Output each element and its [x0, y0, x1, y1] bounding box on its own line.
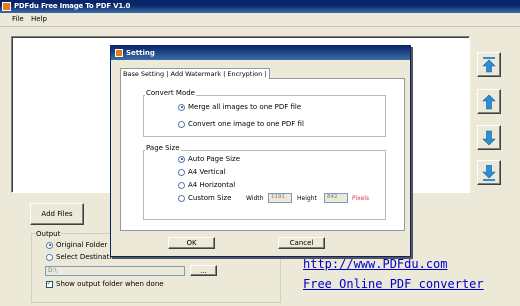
arrow-down-icon: [482, 130, 496, 145]
show-output-option[interactable]: Show output folder when done: [46, 279, 164, 288]
ok-button[interactable]: OK: [168, 237, 215, 249]
cancel-button[interactable]: Cancel: [278, 237, 325, 249]
height-field[interactable]: 842: [324, 193, 348, 203]
tagline-link[interactable]: Free Online PDF converter: [303, 277, 484, 291]
a4-vertical-label: A4 Vertical: [188, 168, 226, 176]
one-each-label: Convert one image to one PDF fil: [188, 120, 304, 128]
window-title: PDFdu Free Image To PDF V1.0: [14, 2, 131, 10]
show-output-label: Show output folder when done: [56, 280, 164, 288]
move-bottom-button[interactable]: [477, 160, 501, 185]
menu-help[interactable]: Help: [31, 15, 47, 23]
tab-add-watermark[interactable]: Add Watermark: [171, 70, 222, 78]
select-destination-radio[interactable]: [46, 253, 53, 261]
menu-file[interactable]: File: [12, 15, 24, 23]
convert-mode-legend: Convert Mode: [145, 89, 196, 97]
merge-radio[interactable]: [178, 103, 185, 111]
arrow-top-icon: [482, 56, 496, 72]
height-label: Height: [297, 195, 317, 202]
move-down-button[interactable]: [477, 125, 501, 150]
convert-mode-group: [143, 95, 386, 137]
menu-bar: File Help: [0, 13, 520, 27]
custom-size-radio[interactable]: [178, 194, 185, 202]
app-icon: [2, 2, 11, 11]
original-folder-label: Original Folder: [56, 241, 108, 249]
browse-button[interactable]: ...: [190, 265, 217, 276]
custom-size-option[interactable]: Custom Size: [178, 194, 231, 202]
width-label: Width: [246, 195, 264, 202]
auto-size-radio[interactable]: [178, 155, 185, 163]
merge-label: Merge all images to one PDF file: [188, 103, 302, 111]
move-up-button[interactable]: [477, 89, 501, 114]
website-link[interactable]: http://www.PDFdu.com: [303, 257, 448, 271]
select-destination-option[interactable]: Select Destination: [46, 253, 120, 261]
a4-horizontal-radio[interactable]: [178, 181, 185, 189]
one-each-radio[interactable]: [178, 120, 185, 128]
original-folder-option[interactable]: Original Folder: [46, 241, 107, 249]
original-folder-radio[interactable]: [46, 241, 53, 249]
custom-size-label: Custom Size: [188, 194, 232, 202]
a4-horizontal-label: A4 Horizontal: [188, 181, 236, 189]
a4-vertical-option[interactable]: A4 Vertical: [178, 168, 226, 176]
tab-base-setting[interactable]: Base Setting: [123, 70, 164, 78]
pixels-label: Pixels: [352, 195, 370, 202]
merge-option[interactable]: Merge all images to one PDF file: [178, 103, 301, 111]
setting-dialog: Setting Convert Mode Merge all images to…: [110, 45, 411, 257]
arrow-bottom-icon: [482, 164, 496, 181]
dialog-title-bar: Setting: [111, 46, 410, 60]
title-bar: PDFdu Free Image To PDF V1.0: [0, 0, 520, 13]
tab-strip: Base Setting | Add Watermark | Encryptio…: [120, 68, 270, 79]
dialog-app-icon: [115, 49, 123, 57]
a4-horizontal-option[interactable]: A4 Horizontal: [178, 181, 235, 189]
output-path-field[interactable]: D:\: [45, 266, 185, 276]
add-files-button[interactable]: Add Files: [30, 203, 84, 225]
a4-vertical-radio[interactable]: [178, 168, 185, 176]
output-legend: Output: [35, 230, 62, 238]
arrow-up-icon: [482, 94, 496, 109]
auto-size-option[interactable]: Auto Page Size: [178, 155, 240, 163]
tab-panel: Convert Mode Merge all images to one PDF…: [120, 78, 405, 231]
width-field[interactable]: 1191: [268, 193, 292, 203]
auto-size-label: Auto Page Size: [188, 155, 241, 163]
tab-encryption[interactable]: Encryption: [227, 70, 262, 78]
dialog-title: Setting: [126, 49, 155, 57]
show-output-checkbox[interactable]: [46, 279, 53, 288]
move-top-button[interactable]: [477, 52, 501, 77]
one-each-option[interactable]: Convert one image to one PDF fil: [178, 120, 304, 128]
page-size-legend: Page Size: [145, 144, 181, 152]
